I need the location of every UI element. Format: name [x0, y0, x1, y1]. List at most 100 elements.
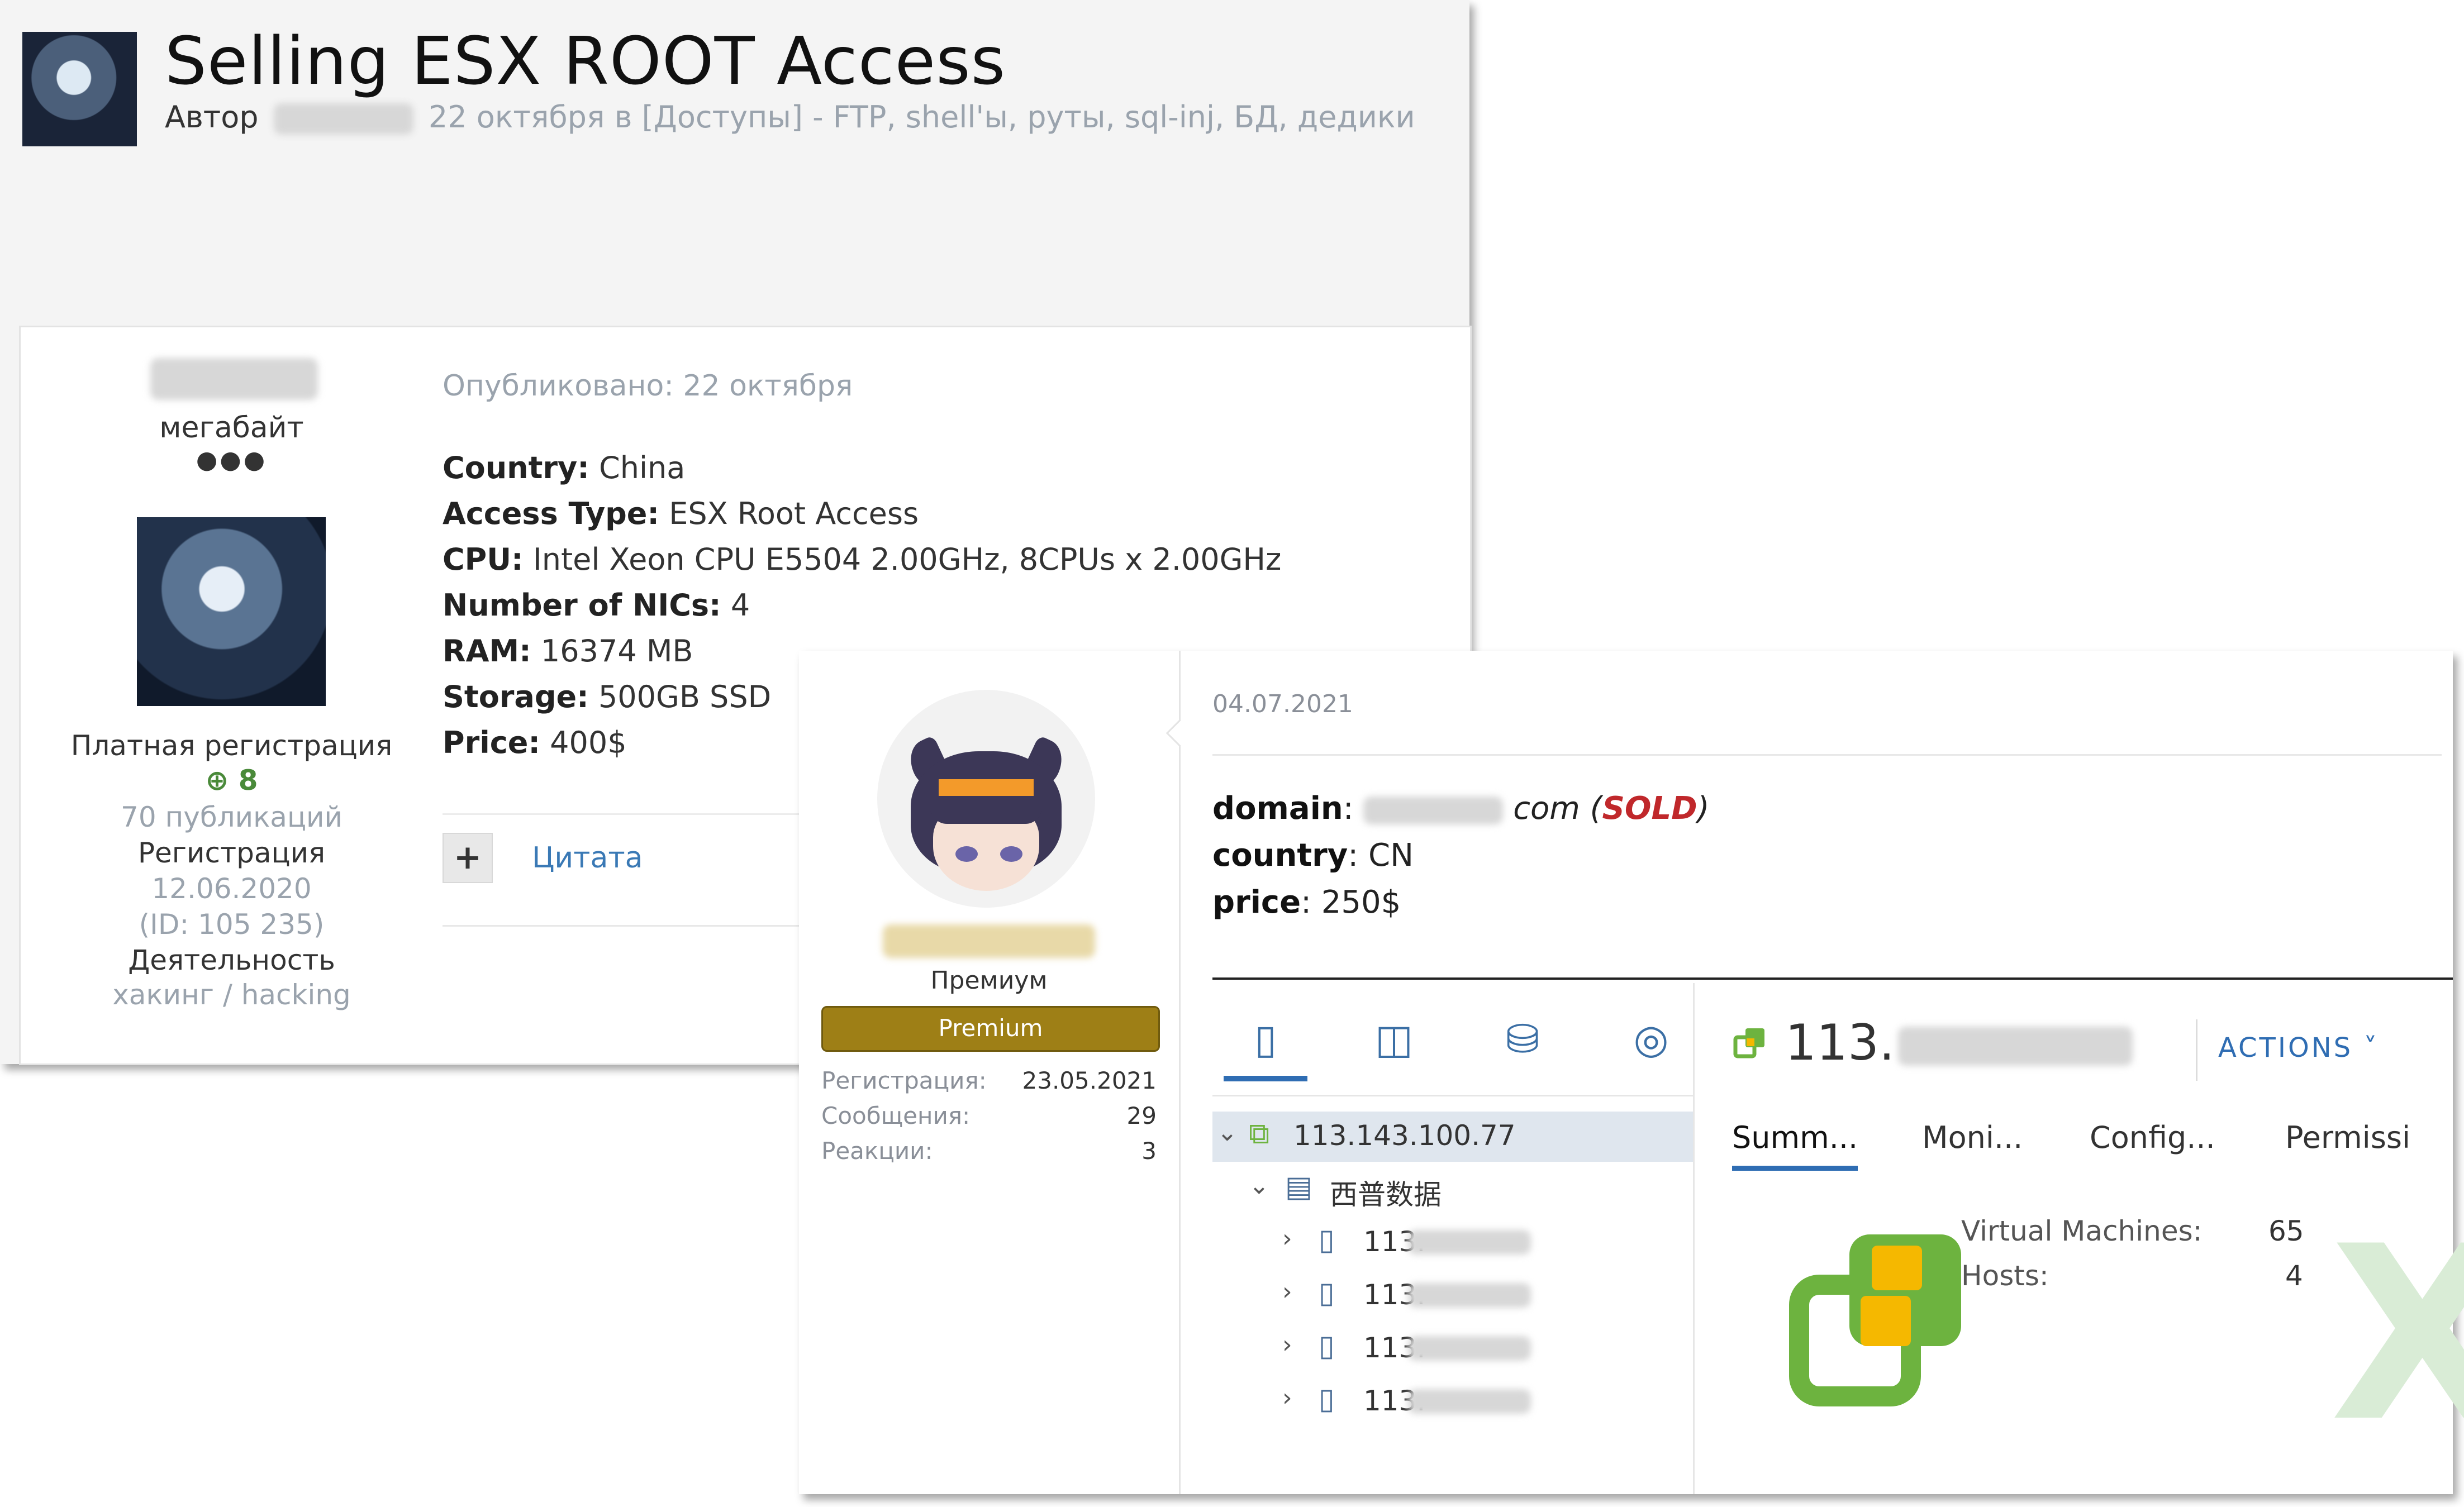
divider — [1212, 754, 2442, 756]
ip-redacted — [1408, 1389, 1531, 1414]
reputation[interactable]: ⊕ 8 — [21, 764, 443, 797]
divider — [443, 925, 806, 927]
vms-and-templates-icon: ◫ — [1374, 1015, 1414, 1062]
author-label: Автор — [165, 99, 259, 135]
publications-count[interactable]: 70 публикаций — [21, 801, 443, 833]
vcenter-logo-icon — [1789, 1234, 1961, 1406]
vsphere-screenshot: ▯ ◫ ⛁ ◎ ⌄ ⧉ 113.143.100.77 ⌄ ▤ 西普数据 › ▯ … — [1212, 983, 2464, 1494]
divider — [2196, 1019, 2197, 1081]
chevron-right-icon[interactable]: › — [1282, 1224, 1292, 1253]
detail-ram: RAM: 16374 MB — [443, 633, 693, 669]
price-value: 250$ — [1321, 884, 1401, 921]
tab-monitor[interactable]: Moni... — [1922, 1120, 2023, 1155]
stat-value: 29 — [1126, 1102, 1157, 1129]
stat-value: 3 — [1141, 1137, 1157, 1165]
storage-tab[interactable]: ⛁ — [1481, 1011, 1564, 1078]
listing-date: 04.07.2021 — [1212, 690, 1353, 718]
host-icon: ▯ — [1319, 1223, 1335, 1257]
detail-label: Number of NICs: — [443, 588, 721, 623]
host-icon: ▯ — [1319, 1276, 1335, 1310]
tree-host[interactable]: › ▯ 113. — [1212, 1218, 1693, 1268]
avatar-eye — [955, 846, 978, 862]
stat-label: Реакции: — [821, 1137, 933, 1165]
detail-label: RAM: — [443, 633, 531, 669]
domain-redacted — [1363, 796, 1504, 824]
ip-redacted — [1408, 1283, 1531, 1308]
detail-country: Country: China — [443, 450, 685, 485]
divider — [443, 813, 806, 815]
tree-host[interactable]: › ▯ 113. — [1212, 1377, 1693, 1427]
detail-label: Country: — [443, 450, 589, 485]
stat-value: 23.05.2021 — [1022, 1067, 1157, 1094]
tree-host[interactable]: › ▯ 113. — [1212, 1271, 1693, 1321]
detail-cpu: CPU: Intel Xeon CPU E5504 2.00GHz, 8CPUs… — [443, 542, 1281, 577]
user-rank: мегабайт — [159, 411, 304, 445]
author-avatar[interactable] — [22, 32, 137, 146]
stat-label: Регистрация: — [821, 1067, 987, 1094]
price-label: price — [1212, 884, 1301, 921]
post-date-category[interactable]: 22 октября в [Доступы] - FTP, shell'ы, р… — [429, 99, 1415, 135]
chevron-down-icon[interactable]: ⌄ — [1249, 1171, 1269, 1200]
storage-icon: ⛁ — [1505, 1015, 1540, 1062]
chevron-right-icon[interactable]: › — [1282, 1330, 1292, 1359]
detail-access-type: Access Type: ESX Root Access — [443, 496, 919, 531]
detail-value: 4 — [730, 588, 750, 623]
vms-and-templates-tab[interactable]: ◫ — [1352, 1011, 1436, 1078]
avatar-crown — [939, 779, 1034, 796]
tree-host[interactable]: › ▯ 113. — [1212, 1324, 1693, 1374]
vcenter-icon: ⧉ — [1249, 1117, 1270, 1151]
multiquote-button[interactable]: + — [443, 833, 493, 883]
listing-price: price: 250$ — [1212, 884, 1401, 921]
chevron-right-icon[interactable]: › — [1282, 1277, 1292, 1306]
chevron-right-icon[interactable]: › — [1282, 1384, 1292, 1412]
tree-vcenter[interactable]: ⌄ ⧉ 113.143.100.77 — [1212, 1112, 1693, 1162]
sold-label: SOLD — [1602, 790, 1697, 827]
tab-configure[interactable]: Config... — [2090, 1120, 2215, 1155]
detail-label: Price: — [443, 725, 540, 760]
user-info-column: мегабайт ●●● Платная регистрация ⊕ 8 70 … — [21, 327, 443, 1064]
tab-summary[interactable]: Summ... — [1732, 1120, 1858, 1171]
detail-value: 500GB SSD — [598, 679, 772, 714]
country-label: country — [1212, 837, 1348, 874]
hosts-count-value: 4 — [2285, 1260, 2303, 1292]
detail-label: Access Type: — [443, 496, 660, 531]
post-title: Selling ESX ROOT Access — [165, 22, 1006, 99]
detail-value: 400$ — [550, 725, 627, 760]
stat-reactions: Реакции: 3 — [821, 1137, 1157, 1165]
actions-menu[interactable]: ACTIONS ˅ — [2218, 1032, 2379, 1064]
activity-value: хакинг / hacking — [112, 979, 351, 1011]
screenshot-border — [1212, 977, 2453, 980]
tab-permissions[interactable]: Permissi — [2285, 1120, 2410, 1155]
premium-badge: Premium — [821, 1006, 1160, 1052]
plus-circle-icon: ⊕ — [205, 764, 239, 797]
registration-type: Платная регистрация — [70, 729, 393, 762]
avatar-eye — [1000, 846, 1022, 862]
ip-redacted — [1408, 1230, 1531, 1255]
host-icon: ▯ — [1319, 1329, 1335, 1363]
user-id: (ID: 105 235) — [139, 908, 325, 941]
datacenter-icon: ▤ — [1285, 1170, 1313, 1204]
reputation-value: 8 — [238, 764, 258, 797]
tree-datacenter[interactable]: ⌄ ▤ 西普数据 — [1212, 1165, 1693, 1215]
detail-value: 16374 MB — [540, 633, 693, 669]
chevron-down-icon[interactable]: ⌄ — [1217, 1118, 1238, 1147]
listing-user-column: Премиум Premium Регистрация: 23.05.2021 С… — [799, 651, 1181, 1494]
detail-nics: Number of NICs: 4 — [443, 588, 750, 623]
listing-username-redacted[interactable] — [883, 924, 1095, 958]
listing-user-avatar[interactable] — [877, 690, 1095, 908]
quote-link[interactable]: Цитата — [532, 841, 643, 875]
user-avatar[interactable] — [137, 517, 326, 706]
networking-tab[interactable]: ◎ — [1609, 1011, 1693, 1078]
hosts-and-clusters-tab[interactable]: ▯ — [1224, 1011, 1307, 1081]
vm-count-value: 65 — [2268, 1215, 2304, 1247]
vsphere-main-pane: 113. ACTIONS ˅ Summ... Moni... Config...… — [1704, 983, 2464, 1494]
author-name-redacted[interactable] — [273, 103, 413, 135]
username-redacted[interactable] — [150, 358, 318, 400]
detail-value: ESX Root Access — [669, 496, 919, 531]
domain-label: domain — [1212, 790, 1343, 827]
object-title-text: 113. — [1785, 1014, 1895, 1071]
listing-country: country: CN — [1212, 837, 1414, 874]
detail-value: Intel Xeon CPU E5504 2.00GHz, 8CPUs x 2.… — [532, 542, 1282, 577]
vm-count-label: Virtual Machines: — [1961, 1215, 2203, 1247]
detail-storage: Storage: 500GB SSD — [443, 679, 771, 714]
